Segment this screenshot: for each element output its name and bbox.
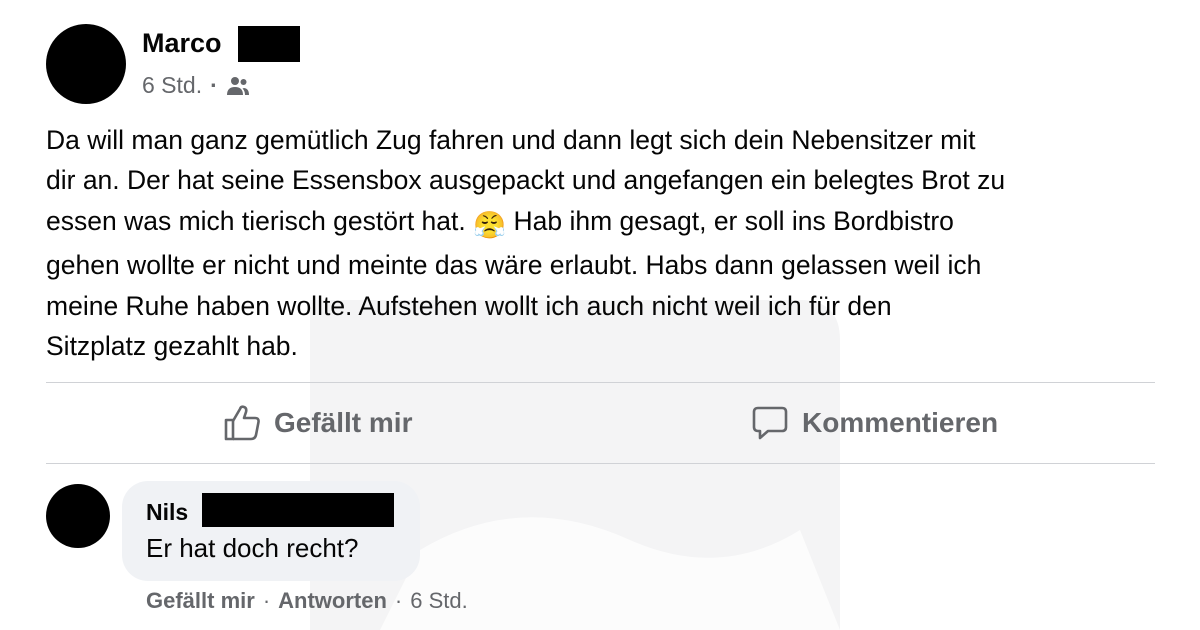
comment-like-link[interactable]: Gefällt mir <box>146 588 255 614</box>
divider <box>46 463 1155 464</box>
comment-actions: Gefällt mir · Antworten · 6 Std. <box>146 588 468 614</box>
like-button-label: Gefällt mir <box>274 407 413 438</box>
comment-actions-separator: · <box>394 588 403 613</box>
comment-timestamp[interactable]: 6 Std. <box>410 588 467 614</box>
facebook-post: Marco 6 Std. · Da will man ganz gemütlic… <box>0 0 1200 630</box>
thumbs-up-icon <box>224 405 260 441</box>
comment-reply-link[interactable]: Antworten <box>278 588 387 614</box>
comment-actions-separator: · <box>262 588 271 613</box>
comment-button[interactable]: Kommentieren <box>750 400 998 446</box>
comment-bubble-icon <box>752 406 788 440</box>
comment-text: Er hat doch recht? <box>146 533 359 563</box>
comment-avatar[interactable] <box>46 484 110 548</box>
post-author-name[interactable]: Marco <box>142 28 222 59</box>
comment-author-name[interactable]: Nils <box>146 499 188 526</box>
post-timestamp[interactable]: 6 Std. <box>142 72 202 99</box>
friends-icon <box>226 76 249 95</box>
redaction-bar <box>238 26 300 62</box>
avatar[interactable] <box>46 24 126 104</box>
comment-bubble: Nils Er hat doch recht? <box>122 481 420 581</box>
like-button[interactable]: Gefällt mir <box>222 400 412 446</box>
meta-separator: · <box>210 72 218 98</box>
post-meta: 6 Std. · <box>142 72 250 99</box>
post-text: Da will man ganz gemütlich Zug fahren un… <box>46 120 1166 366</box>
face-with-steam-icon: 😤 <box>473 209 507 240</box>
redaction-bar <box>202 493 394 527</box>
divider <box>46 382 1155 383</box>
comment-button-label: Kommentieren <box>802 407 999 438</box>
